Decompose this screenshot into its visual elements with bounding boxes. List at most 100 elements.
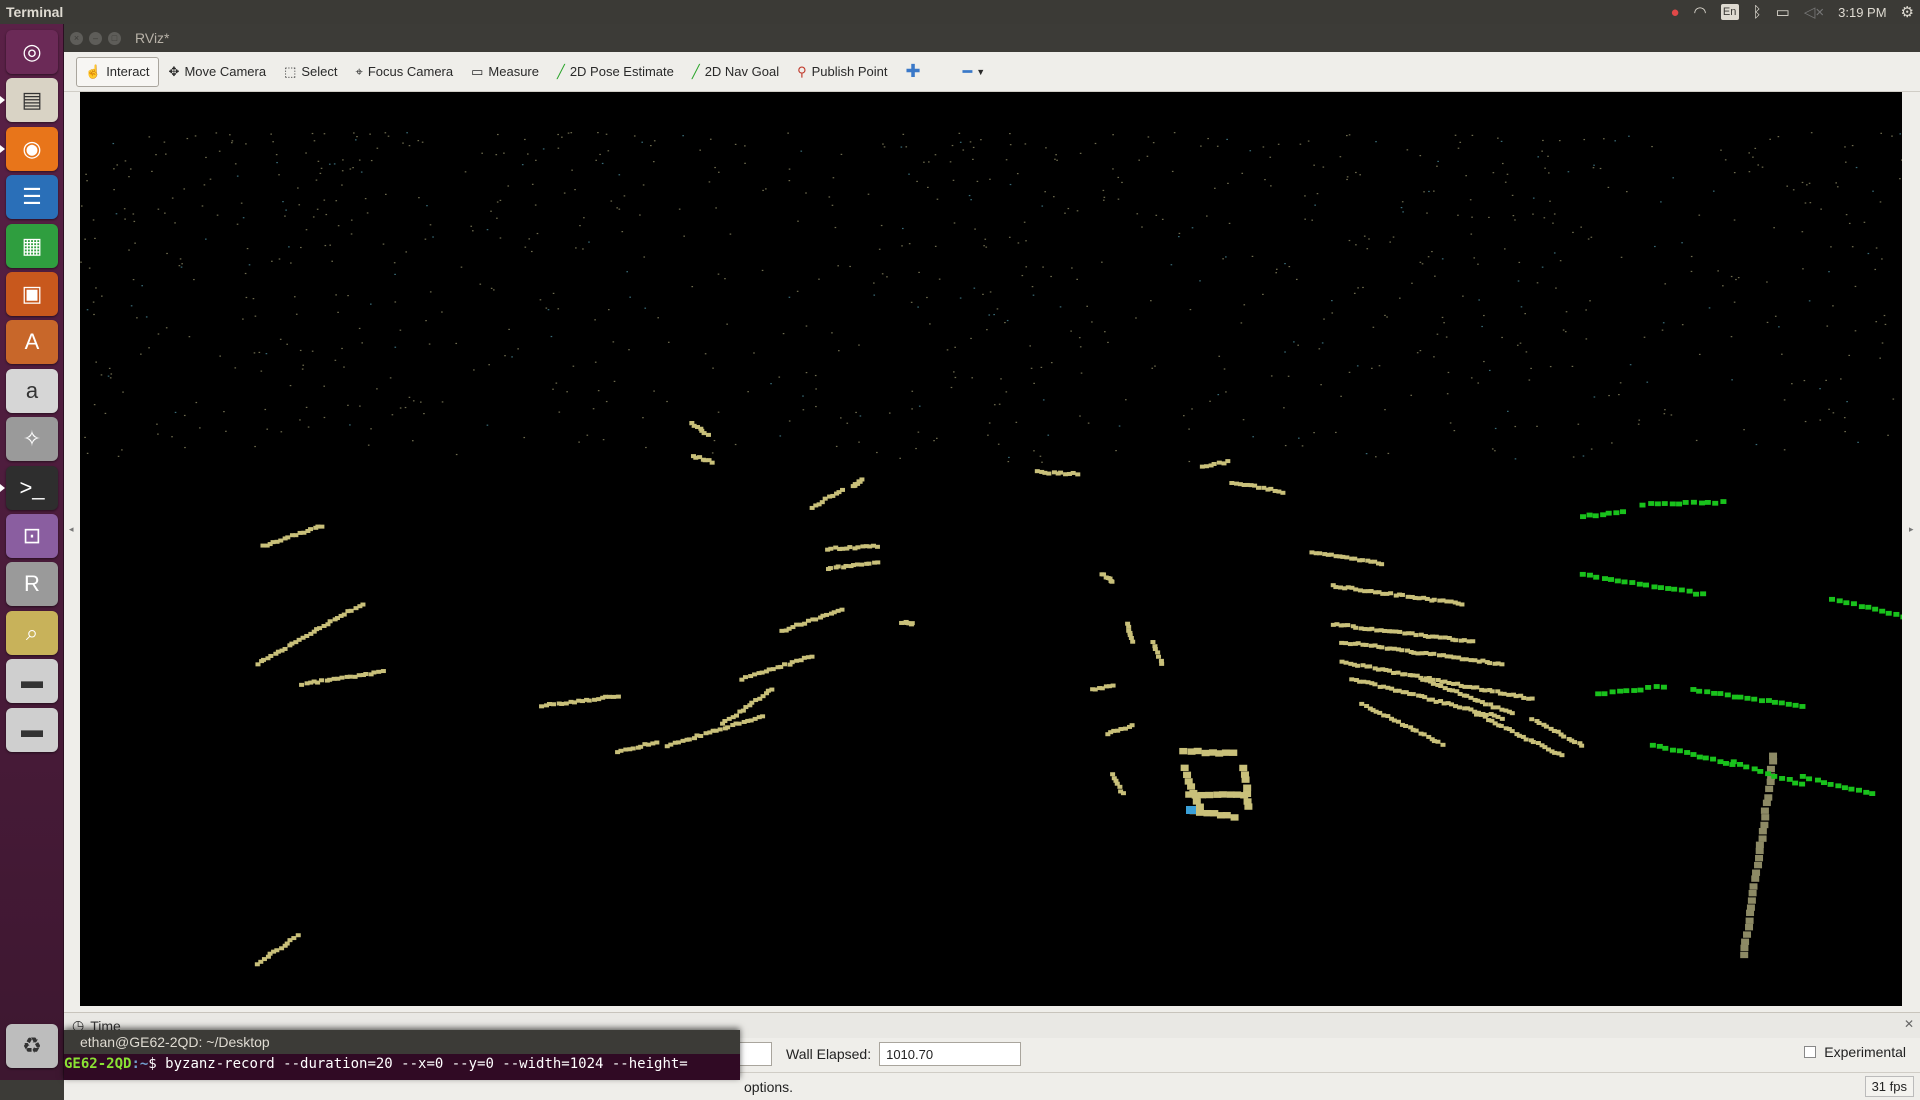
- launcher-vpn[interactable]: ⊡: [6, 514, 58, 558]
- maximize-window-button[interactable]: □: [108, 31, 121, 45]
- launcher-firefox[interactable]: ◉: [6, 126, 58, 171]
- terminal-title-bar[interactable]: ethan@GE62-2QD: ~/Desktop: [64, 1030, 740, 1054]
- keyboard-layout-indicator[interactable]: En: [1720, 4, 1739, 20]
- point-cloud-point: [370, 159, 373, 162]
- launcher-calc[interactable]: ▦: [6, 223, 58, 268]
- left-panel-collapse-icon[interactable]: ◂: [69, 524, 77, 564]
- volume-muted-icon[interactable]: ◁×: [1804, 3, 1824, 21]
- point-cloud-point: [1490, 705, 1496, 710]
- point-cloud-point: [1218, 355, 1221, 357]
- point-cloud-point: [987, 434, 989, 436]
- point-cloud-point: [1400, 207, 1403, 209]
- launcher-writer[interactable]: ☰: [6, 175, 58, 220]
- point-cloud-canvas[interactable]: [80, 92, 1902, 1006]
- 3d-render-view[interactable]: [80, 92, 1902, 1006]
- launcher-files[interactable]: ▤: [6, 78, 58, 123]
- point-cloud-point: [594, 319, 596, 321]
- tool-publish-point-button[interactable]: ⚲ Publish Point: [789, 57, 895, 87]
- time-panel-close-icon[interactable]: ✕: [1904, 1017, 1914, 1031]
- tool-focus-camera-button[interactable]: ⌖ Focus Camera: [348, 57, 462, 87]
- point-cloud-point: [1603, 138, 1605, 140]
- point-cloud-point: [1092, 687, 1098, 692]
- point-cloud-point: [645, 446, 647, 449]
- launcher-settings[interactable]: ✧: [6, 417, 58, 462]
- bluetooth-icon[interactable]: ᛒ: [1753, 4, 1762, 21]
- point-cloud-point: [958, 132, 961, 134]
- point-cloud-point: [1605, 510, 1612, 516]
- point-cloud-point: [1754, 147, 1757, 150]
- experimental-checkbox[interactable]: Experimental: [1804, 1044, 1906, 1060]
- battery-icon[interactable]: ▭: [1776, 3, 1790, 21]
- tool-2d-nav-goal-button[interactable]: ╱ 2D Nav Goal: [684, 57, 787, 87]
- minimize-window-button[interactable]: –: [89, 31, 102, 45]
- remove-tool-button[interactable]: ━ ▼: [955, 57, 994, 87]
- launcher-amazon[interactable]: a: [6, 368, 58, 413]
- point-cloud-point: [473, 369, 475, 371]
- gear-icon[interactable]: ⚙: [1901, 3, 1914, 21]
- rviz-icon: R: [24, 571, 40, 597]
- right-panel-collapse-icon[interactable]: ▸: [1909, 524, 1917, 564]
- point-cloud-point: [918, 405, 921, 407]
- launcher-viewer[interactable]: ⌕: [6, 610, 58, 655]
- launcher-dash[interactable]: ◎: [6, 30, 58, 74]
- point-cloud-point: [1378, 365, 1381, 367]
- launcher-terminal[interactable]: >_: [6, 465, 58, 510]
- point-cloud-point: [1499, 662, 1505, 667]
- point-cloud-point: [92, 301, 95, 303]
- point-cloud-point: [1899, 133, 1902, 135]
- window-title-bar[interactable]: × – □ RViz*: [64, 24, 1920, 52]
- launcher-impress[interactable]: ▣: [6, 272, 58, 316]
- point-cloud-point: [209, 178, 212, 180]
- point-cloud-point: [1519, 342, 1522, 344]
- point-cloud-point: [717, 273, 720, 275]
- point-cloud-point: [1256, 485, 1262, 490]
- launcher-trash[interactable]: ♻: [6, 1024, 58, 1068]
- point-cloud-point: [834, 226, 837, 229]
- tool-measure-button[interactable]: ▭ Measure: [463, 57, 547, 87]
- point-cloud-point: [1457, 147, 1460, 149]
- update-notifier-icon[interactable]: ●: [1670, 4, 1679, 21]
- launcher-software[interactable]: A: [6, 320, 58, 365]
- point-cloud-point: [1585, 338, 1588, 340]
- point-cloud-point: [657, 317, 659, 319]
- point-cloud-point: [285, 535, 291, 540]
- point-cloud-point: [1778, 326, 1780, 328]
- point-cloud-point: [1423, 191, 1425, 193]
- point-cloud-point: [984, 238, 987, 240]
- point-cloud-point: [284, 215, 286, 217]
- point-cloud-point: [1757, 164, 1760, 166]
- point-cloud-point: [1207, 137, 1209, 140]
- tool-2d-pose-estimate-button[interactable]: ╱ 2D Pose Estimate: [549, 57, 682, 87]
- point-cloud-point: [1031, 286, 1034, 288]
- tool-interact-button[interactable]: ☝ Interact: [76, 56, 159, 87]
- launcher-drive1[interactable]: ▬: [6, 659, 58, 704]
- point-cloud-point: [1359, 174, 1361, 176]
- terminal-window[interactable]: ethan@GE62-2QD: ~/Desktop GE62-2QD:~$ by…: [64, 1030, 740, 1080]
- point-cloud-point: [1618, 394, 1620, 396]
- time-field-wall-elapsed-input[interactable]: [879, 1042, 1022, 1066]
- close-window-button[interactable]: ×: [70, 31, 83, 45]
- point-cloud-point: [94, 237, 96, 240]
- point-cloud-point: [113, 168, 115, 170]
- wifi-icon[interactable]: ◠: [1694, 3, 1707, 21]
- launcher-rviz[interactable]: R: [6, 562, 58, 607]
- plus-icon: ✚: [905, 61, 921, 81]
- tool-select-button[interactable]: ⬚ Select: [276, 57, 345, 87]
- point-cloud-point: [301, 368, 304, 370]
- terminal-command-line[interactable]: GE62-2QD:~$ byzanz-record --duration=20 …: [64, 1054, 740, 1074]
- experimental-checkbox-box[interactable]: [1804, 1046, 1817, 1058]
- point-cloud-point: [1872, 190, 1874, 192]
- tool-move-camera-button[interactable]: ✥ Move Camera: [161, 57, 275, 87]
- point-cloud-point: [1845, 214, 1848, 216]
- add-tool-button[interactable]: ✚: [898, 57, 929, 87]
- point-cloud-point: [1125, 399, 1127, 401]
- launcher-drive2[interactable]: ▬: [6, 707, 58, 752]
- point-cloud-point: [1107, 341, 1109, 344]
- point-cloud-point: [1438, 683, 1444, 688]
- point-cloud-point: [1431, 597, 1437, 602]
- clock[interactable]: 3:19 PM: [1838, 5, 1886, 20]
- point-cloud-point: [818, 278, 820, 280]
- point-cloud-point: [970, 337, 972, 340]
- point-cloud-point: [1586, 572, 1593, 578]
- point-cloud-point: [479, 283, 482, 285]
